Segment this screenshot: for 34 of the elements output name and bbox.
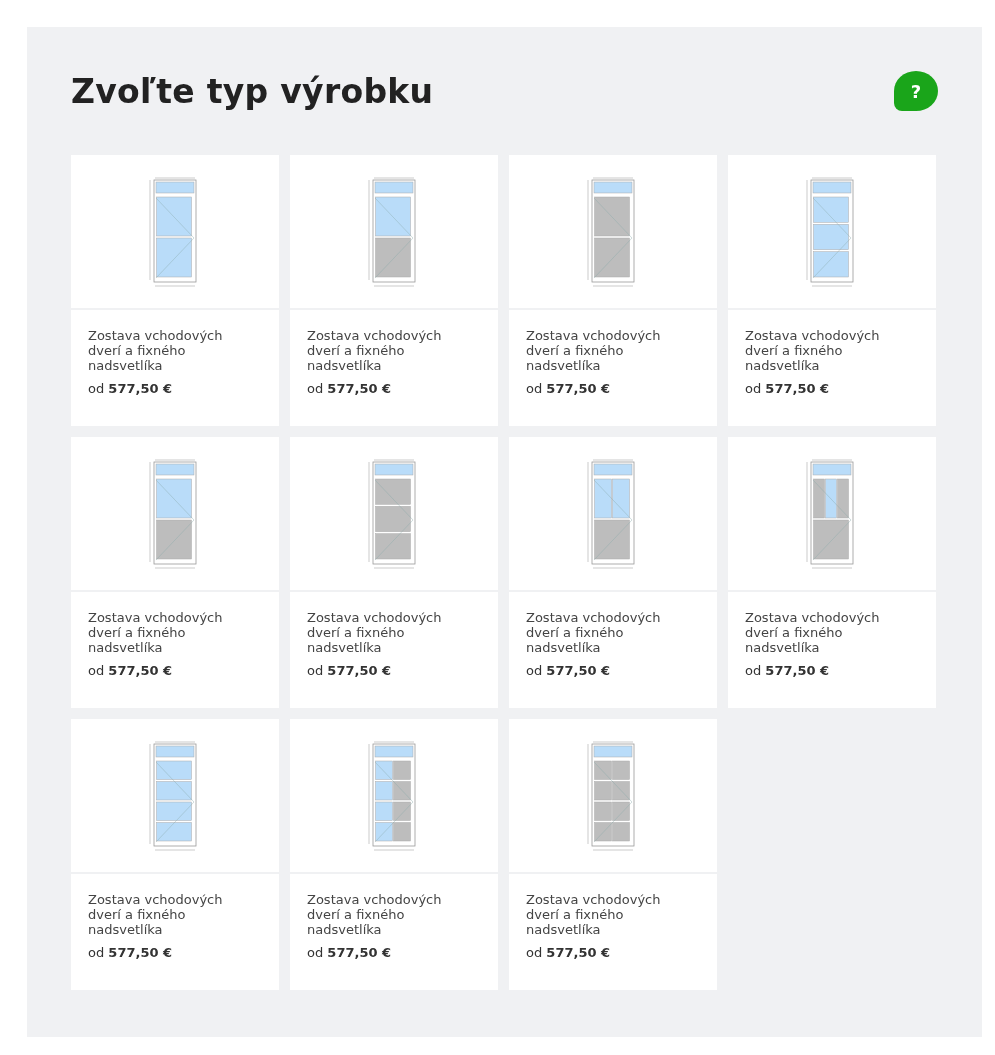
- product-card[interactable]: Zostava vchodových dverí a fixného nadsvetlíka od 577,50 €: [290, 155, 498, 426]
- product-price: od 577,50 €: [745, 663, 831, 678]
- product-name: Zostava vchodových dverí a fixného nadsvetlíka: [307, 328, 443, 373]
- product-name: Zostava vchodových dverí a fixného nadsvetlíka: [307, 610, 443, 655]
- product-price: od 577,50 €: [88, 663, 174, 678]
- product-price: od 577,50 €: [307, 381, 393, 396]
- product-name: Zostava vchodových dverí a fixného nadsvetlíka: [526, 328, 662, 373]
- product-card[interactable]: Zostava vchodových dverí a fixného nadsvetlíka od 577,50 €: [509, 719, 717, 990]
- product-price: od 577,50 €: [88, 945, 174, 960]
- product-price: od 577,50 €: [745, 381, 831, 396]
- product-price: od 577,50 €: [526, 945, 612, 960]
- product-name: Zostava vchodových dverí a fixného nadsvetlíka: [88, 328, 224, 373]
- product-price: od 577,50 €: [307, 663, 393, 678]
- product-price: od 577,50 €: [526, 663, 612, 678]
- product-price: od 577,50 €: [307, 945, 393, 960]
- product-card[interactable]: Zostava vchodových dverí a fixného nadsvetlíka od 577,50 €: [728, 155, 936, 426]
- page-title: Zvoľte typ výrobku: [71, 71, 434, 111]
- product-name: Zostava vchodových dverí a fixného nadsvetlíka: [745, 610, 881, 655]
- product-name: Zostava vchodových dverí a fixného nadsvetlíka: [88, 892, 224, 937]
- product-name: Zostava vchodových dverí a fixného nadsvetlíka: [526, 892, 662, 937]
- product-card[interactable]: Zostava vchodových dverí a fixného nadsvetlíka od 577,50 €: [509, 437, 717, 708]
- product-card[interactable]: Zostava vchodových dverí a fixného nadsvetlíka od 577,50 €: [71, 155, 279, 426]
- product-card[interactable]: Zostava vchodových dverí a fixného nadsvetlíka od 577,50 €: [71, 719, 279, 990]
- product-card[interactable]: Zostava vchodových dverí a fixného nadsvetlíka od 577,50 €: [728, 437, 936, 708]
- product-name: Zostava vchodových dverí a fixného nadsvetlíka: [745, 328, 881, 373]
- product-price: od 577,50 €: [526, 381, 612, 396]
- product-card[interactable]: Zostava vchodových dverí a fixného nadsvetlíka od 577,50 €: [509, 155, 717, 426]
- product-card[interactable]: Zostava vchodových dverí a fixného nadsvetlíka od 577,50 €: [290, 719, 498, 990]
- product-name: Zostava vchodových dverí a fixného nadsvetlíka: [88, 610, 224, 655]
- product-card[interactable]: Zostava vchodových dverí a fixného nadsvetlíka od 577,50 €: [290, 437, 498, 708]
- product-card[interactable]: Zostava vchodových dverí a fixného nadsvetlíka od 577,50 €: [71, 437, 279, 708]
- product-name: Zostava vchodových dverí a fixného nadsvetlíka: [526, 610, 662, 655]
- product-name: Zostava vchodových dverí a fixného nadsvetlíka: [307, 892, 443, 937]
- product-price: od 577,50 €: [88, 381, 174, 396]
